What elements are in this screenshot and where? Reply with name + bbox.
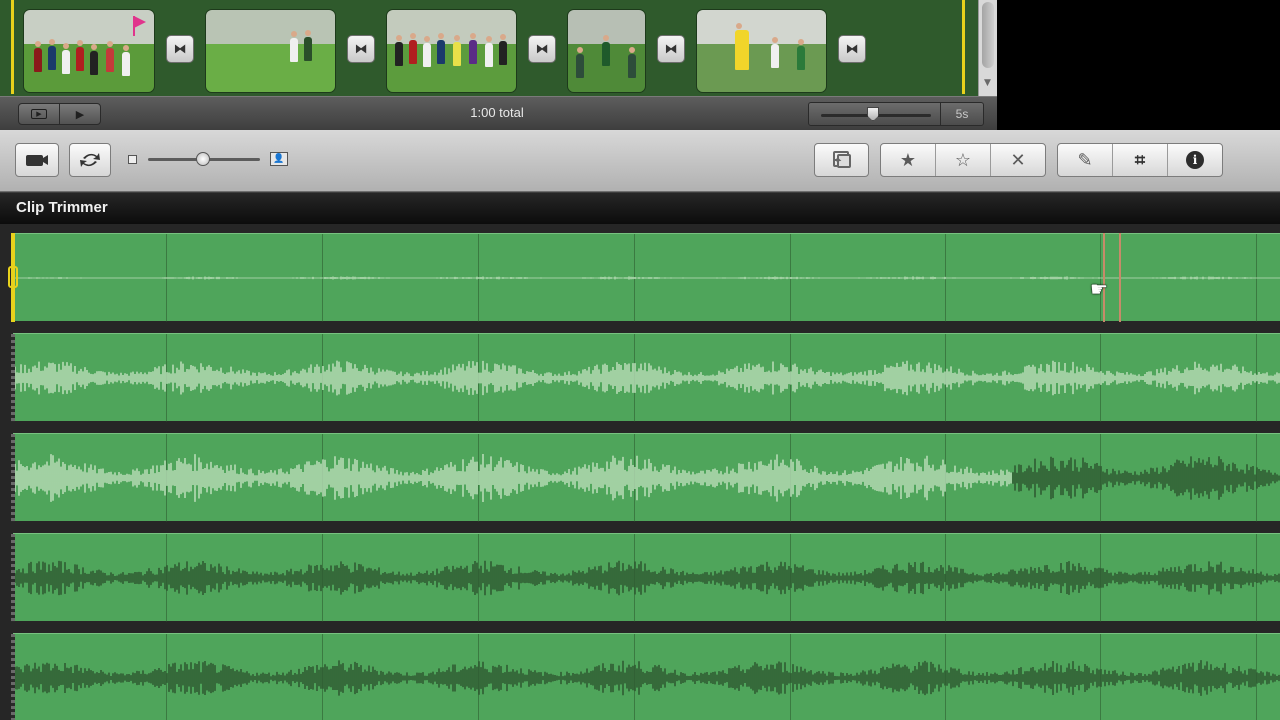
clip-size-slider-knob[interactable] — [196, 152, 210, 166]
camera-icon — [26, 155, 48, 166]
audio-waveform — [14, 634, 1280, 720]
thumbnail-zoom-control: 5s — [808, 102, 984, 126]
trimmer-row-3[interactable] — [11, 433, 1280, 522]
dropper-button[interactable]: ✎ — [1058, 144, 1113, 176]
camera-import-button[interactable] — [15, 143, 59, 177]
transition-icon[interactable]: ⧓ — [528, 35, 556, 63]
zoom-slider-knob[interactable] — [867, 107, 879, 121]
trimmer-row-2[interactable] — [11, 333, 1280, 422]
play-button[interactable]: ▶ — [60, 104, 100, 124]
star-filled-icon: ★ — [899, 149, 917, 171]
selection-end-line[interactable] — [1119, 233, 1121, 322]
scroll-down-icon[interactable]: ▼ — [984, 78, 991, 88]
transition-icon[interactable]: ⧓ — [166, 35, 194, 63]
project-playhead-left[interactable] — [11, 0, 14, 94]
swap-events-projects-button[interactable] — [69, 143, 111, 177]
clip-thumbnail-2[interactable] — [205, 9, 336, 93]
hand-cursor-icon: ☛ — [1090, 277, 1108, 301]
eyedropper-icon: ✎ — [1077, 149, 1093, 171]
small-thumbnail-icon — [128, 155, 137, 164]
transition-icon[interactable]: ⧓ — [838, 35, 866, 63]
play-fullscreen-button[interactable]: ▶ — [19, 104, 60, 124]
crop-icon: ⌗ — [1134, 149, 1146, 171]
zoom-duration-label[interactable]: 5s — [941, 107, 983, 121]
swap-icon — [80, 153, 100, 167]
add-to-project-button[interactable] — [814, 143, 869, 177]
audio-waveform — [14, 534, 1280, 622]
play-icon: ▶ — [75, 107, 85, 121]
audio-waveform — [14, 334, 1280, 422]
rating-group: ★ ☆ ✕ — [880, 143, 1046, 177]
clip-thumbnail-5[interactable] — [696, 9, 827, 93]
project-end-marker — [962, 0, 965, 94]
viewer-area — [997, 0, 1280, 130]
project-strip: ⧓ ⧓ ⧓ ⧓ ⧓ ▼ — [0, 0, 997, 96]
mark-favorite-button[interactable]: ★ — [881, 144, 936, 176]
project-scrollbar[interactable]: ▼ — [978, 0, 997, 96]
imovie-window: ⧓ ⧓ ⧓ ⧓ ⧓ ▼ ▶ ▶ 1:00 total 5s 👤 ★ ☆ ✕ ✎ … — [0, 0, 1280, 720]
trimmer-header: Clip Trimmer — [0, 192, 1280, 224]
panel-title: Clip Trimmer — [16, 199, 108, 216]
project-duration-label: 1:00 total — [470, 105, 524, 120]
large-thumbnail-icon: 👤 — [270, 152, 288, 166]
project-status-bar: ▶ ▶ 1:00 total 5s — [0, 96, 997, 130]
tools-group: ✎ ⌗ i — [1057, 143, 1223, 177]
transition-icon[interactable]: ⧓ — [657, 35, 685, 63]
transition-icon[interactable]: ⧓ — [347, 35, 375, 63]
crop-button[interactable]: ⌗ — [1113, 144, 1168, 176]
scrollbar-thumb[interactable] — [982, 2, 994, 68]
playback-controls: ▶ ▶ — [18, 103, 101, 125]
inspector-button[interactable]: i — [1168, 144, 1222, 176]
info-icon: i — [1186, 151, 1204, 169]
clip-thumbnail-3[interactable] — [386, 9, 517, 93]
star-outline-icon: ☆ — [954, 149, 972, 171]
add-to-project-icon — [832, 151, 851, 168]
reject-button[interactable]: ✕ — [991, 144, 1045, 176]
audio-waveform — [14, 434, 1280, 522]
trimmer-row-4[interactable] — [11, 533, 1280, 622]
play-fullscreen-icon: ▶ — [31, 109, 47, 119]
clip-thumbnail-1[interactable] — [23, 9, 155, 93]
trimmer-row-5[interactable] — [11, 633, 1280, 720]
unmark-button[interactable]: ☆ — [936, 144, 991, 176]
clip-thumbnail-4[interactable] — [567, 9, 646, 93]
reject-x-icon: ✕ — [1010, 149, 1026, 171]
clip-trimmer — [0, 224, 1280, 720]
selection-start-handle[interactable] — [8, 266, 18, 288]
